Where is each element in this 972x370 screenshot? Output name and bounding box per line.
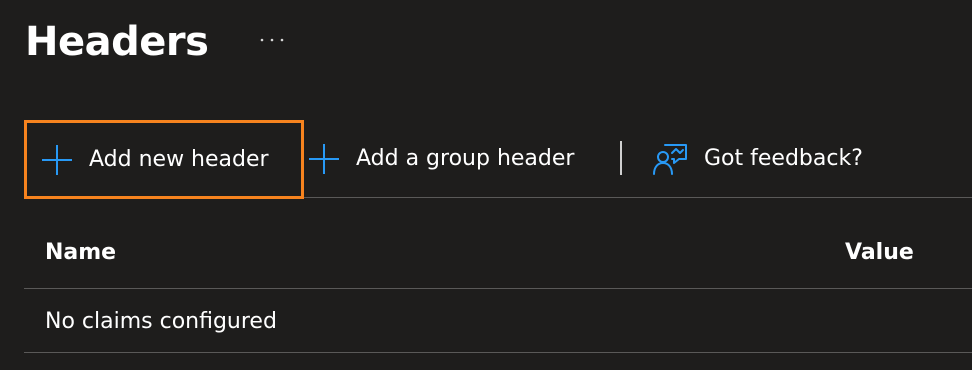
feedback-label: Got feedback? — [704, 146, 863, 171]
page: Headers Add new header Add a group heade… — [0, 0, 972, 370]
toolbar-divider — [620, 141, 622, 175]
add-group-header-label: Add a group header — [356, 146, 575, 171]
column-header-value[interactable]: Value — [845, 240, 914, 265]
command-toolbar: Add new header Add a group header Got fe… — [24, 120, 972, 199]
page-title: Headers — [25, 19, 209, 65]
page-header: Headers — [25, 14, 288, 70]
feedback-button[interactable]: Got feedback? — [652, 120, 863, 197]
empty-state-message: No claims configured — [45, 309, 277, 334]
column-header-name[interactable]: Name — [45, 240, 116, 265]
plus-icon — [41, 144, 73, 176]
add-new-header-label: Add new header — [89, 147, 269, 172]
feedback-person-icon — [652, 142, 688, 176]
plus-icon — [308, 143, 340, 175]
add-group-header-button[interactable]: Add a group header — [308, 120, 574, 197]
headers-table: Name Value No claims configured — [24, 218, 972, 353]
ellipsis-icon — [261, 38, 284, 42]
add-new-header-button[interactable]: Add new header — [24, 120, 304, 199]
more-options-button[interactable] — [256, 24, 288, 56]
table-row: No claims configured — [24, 289, 972, 353]
table-header-row: Name Value — [24, 218, 972, 289]
